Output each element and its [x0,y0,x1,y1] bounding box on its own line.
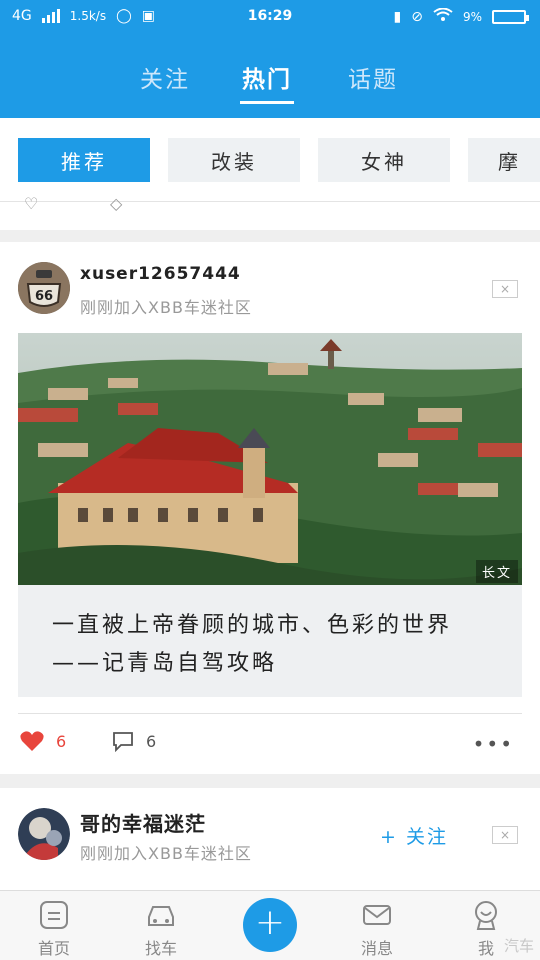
post-photo[interactable]: 长文 [18,333,522,585]
car-icon [148,906,174,926]
post-username[interactable]: xuser12657444 [80,264,241,284]
mail-icon [363,905,391,925]
long-article-badge: 长文 [475,560,518,583]
comment-icon [113,732,133,752]
plus-icon: + [254,902,286,943]
category-modified[interactable]: 改装 [168,138,300,182]
wifi-icon [433,7,453,26]
home-icon [40,901,68,929]
category-moto[interactable]: 摩 [468,138,540,182]
category-goddess[interactable]: 女神 [318,138,450,182]
bottom-nav: 首页 找车 + 消息 我 汽车 [0,890,540,960]
dismiss-button[interactable]: × [492,280,518,298]
nav-home[interactable]: 首页 [14,899,94,959]
battery-percent: 9% [462,10,482,24]
avatar[interactable]: 66 [18,262,70,314]
post-button[interactable]: + [243,898,297,952]
nav-me-label: 我 [477,939,494,958]
nav-find-car-label: 找车 [144,939,177,958]
post-caption[interactable]: 一直被上帝眷顾的城市、色彩的世界——记青岛自驾攻略 [18,585,522,697]
top-nav: 关注 热门 话题 [0,34,540,118]
category-recommend[interactable]: 推荐 [18,138,150,182]
nav-home-label: 首页 [37,939,70,958]
like-button[interactable]: 6 [20,730,66,752]
nav-messages[interactable]: 消息 [337,899,417,959]
post-subtitle: 刚刚加入XBB车迷社区 [80,844,252,863]
dismiss-button[interactable]: × [492,826,518,844]
watermark: 汽车 [503,937,534,955]
comment-outline-icon: ◇ [110,194,123,213]
post-username[interactable]: 哥的幸福迷茫 [80,808,206,837]
heart-outline-icon: ♡ [24,194,39,213]
comment-count: 6 [146,731,157,751]
svg-text:66: 66 [35,289,53,304]
previous-post-remnant: ♡ ◇ [0,194,540,230]
like-count: 6 [56,731,67,751]
category-bar: 推荐 改装 女神 摩 [0,118,540,202]
profile-icon [475,901,497,930]
post-card[interactable]: 66 xuser12657444 刚刚加入XBB车迷社区 × 长文 一直被上帝眷… [0,242,540,774]
tab-topic[interactable]: 话题 [348,60,398,94]
post-subtitle: 刚刚加入XBB车迷社区 [80,298,252,317]
heart-icon [20,731,44,751]
follow-button[interactable]: + 关注 [380,822,448,849]
post-card[interactable]: 哥的幸福迷茫 刚刚加入XBB车迷社区 + 关注 × [0,788,540,890]
status-bar: 4G 1.5k/s ◯ ▣ 16:29 ▮ ⊘ 9% [0,0,540,34]
nav-messages-label: 消息 [360,939,393,958]
mute-icon: ⊘ [411,9,423,25]
divider [18,713,522,714]
tab-hot[interactable]: 热门 [240,60,294,104]
comment-button[interactable]: 6 [112,730,156,752]
battery-icon [492,10,529,24]
avatar[interactable] [18,808,70,860]
battery-saver-icon: ▮ [393,9,402,25]
more-button[interactable]: ••• [473,732,514,756]
tab-follow[interactable]: 关注 [140,60,190,94]
nav-find-car[interactable]: 找车 [121,899,201,959]
